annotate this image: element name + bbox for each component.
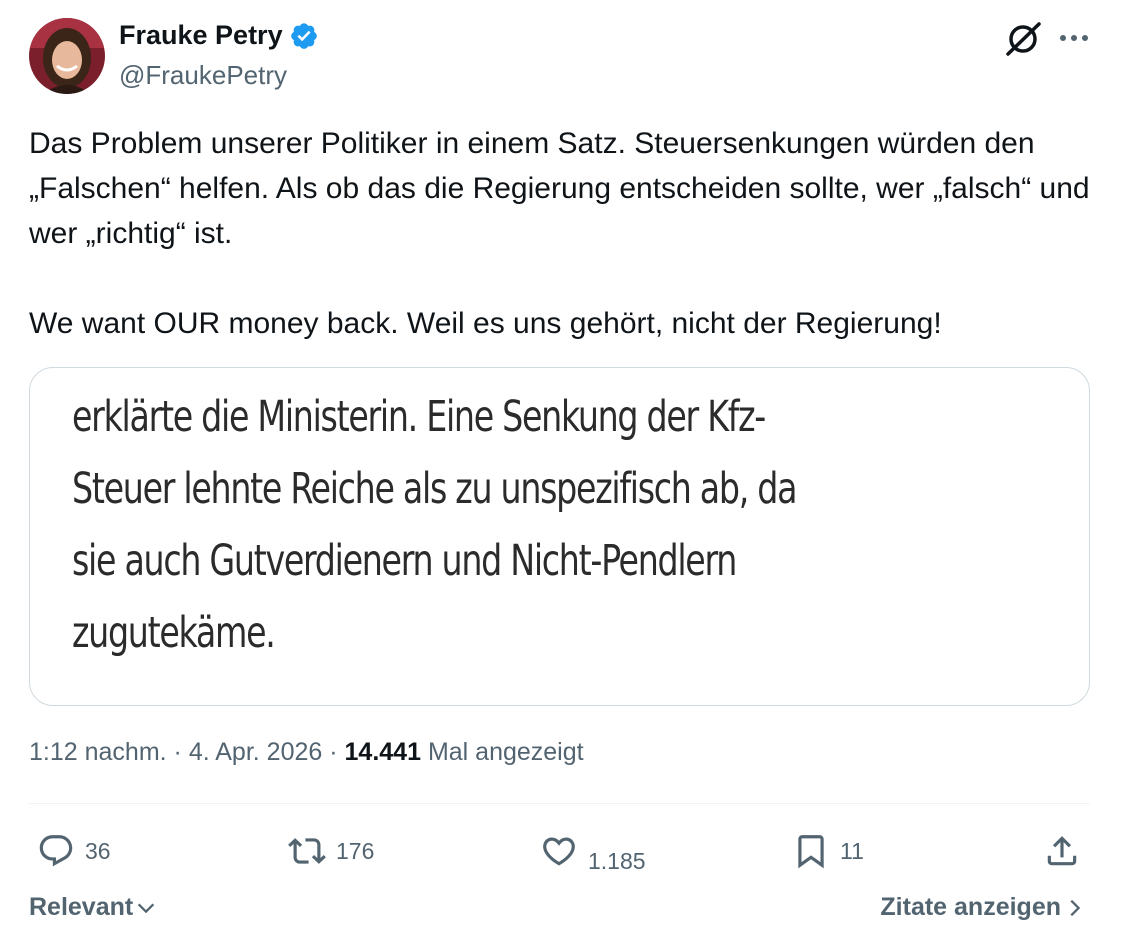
view-count-label: Mal angezeigt	[427, 738, 584, 766]
bookmark-count: 11	[840, 837, 864, 864]
like-count: 1.185	[588, 847, 646, 874]
meta-separator: ·	[329, 738, 338, 766]
author-handle[interactable]: @FraukePetry	[119, 60, 287, 91]
avatar[interactable]	[29, 18, 105, 94]
share-icon	[1047, 836, 1077, 866]
reply-icon	[39, 835, 73, 867]
tweet-date[interactable]: 4. Apr. 2026	[189, 738, 322, 766]
sort-replies-dropdown[interactable]: Relevant	[29, 893, 157, 922]
tweet-meta: 1:12 nachm. · 4. Apr. 2026 · 14.441 Mal …	[29, 738, 584, 767]
media-text-line: Steuer lehnte Reiche als zu unspezifisch…	[72, 464, 798, 514]
view-count: 14.441	[344, 738, 421, 766]
media-text-line: sie auch Gutverdienern und Nicht-Pendler…	[72, 536, 737, 586]
chevron-right-icon	[1070, 899, 1081, 916]
repost-button[interactable]: 176	[288, 828, 374, 874]
tweet-text: Das Problem unserer Politiker in einem S…	[29, 121, 1099, 346]
meta-separator: ·	[173, 738, 182, 766]
tweet-time[interactable]: 1:12 nachm.	[29, 738, 167, 766]
like-icon	[543, 837, 575, 866]
media-text-line: zugutekäme.	[72, 608, 276, 658]
sort-label: Relevant	[29, 893, 134, 921]
bookmark-icon	[798, 835, 824, 869]
repost-count: 176	[336, 837, 375, 864]
like-button[interactable]: 1.185	[540, 828, 646, 874]
author-name-row[interactable]: Frauke Petry	[119, 20, 319, 51]
repost-icon	[288, 838, 326, 864]
quotes-label: Zitate anzeigen	[880, 893, 1061, 921]
tweet-paragraph: Das Problem unserer Politiker in einem S…	[29, 127, 1090, 250]
divider	[29, 803, 1090, 804]
grok-icon[interactable]	[1004, 20, 1042, 58]
share-button[interactable]	[1043, 828, 1081, 874]
author-name[interactable]: Frauke Petry	[119, 20, 283, 51]
reply-button[interactable]: 36	[37, 828, 111, 874]
tweet-paragraph: We want OUR money back. Weil es uns gehö…	[29, 307, 942, 340]
reply-count: 36	[85, 837, 111, 864]
bookmark-button[interactable]: 11	[792, 828, 864, 874]
media-text-line: erklärte die Ministerin. Eine Senkung de…	[72, 392, 766, 442]
verified-badge-icon	[289, 21, 319, 51]
more-icon[interactable]	[1058, 26, 1090, 50]
chevron-down-icon	[138, 903, 155, 913]
view-quotes-link[interactable]: Zitate anzeigen	[880, 893, 1085, 922]
tweet-media-image[interactable]: erklärte die Ministerin. Eine Senkung de…	[29, 367, 1090, 706]
